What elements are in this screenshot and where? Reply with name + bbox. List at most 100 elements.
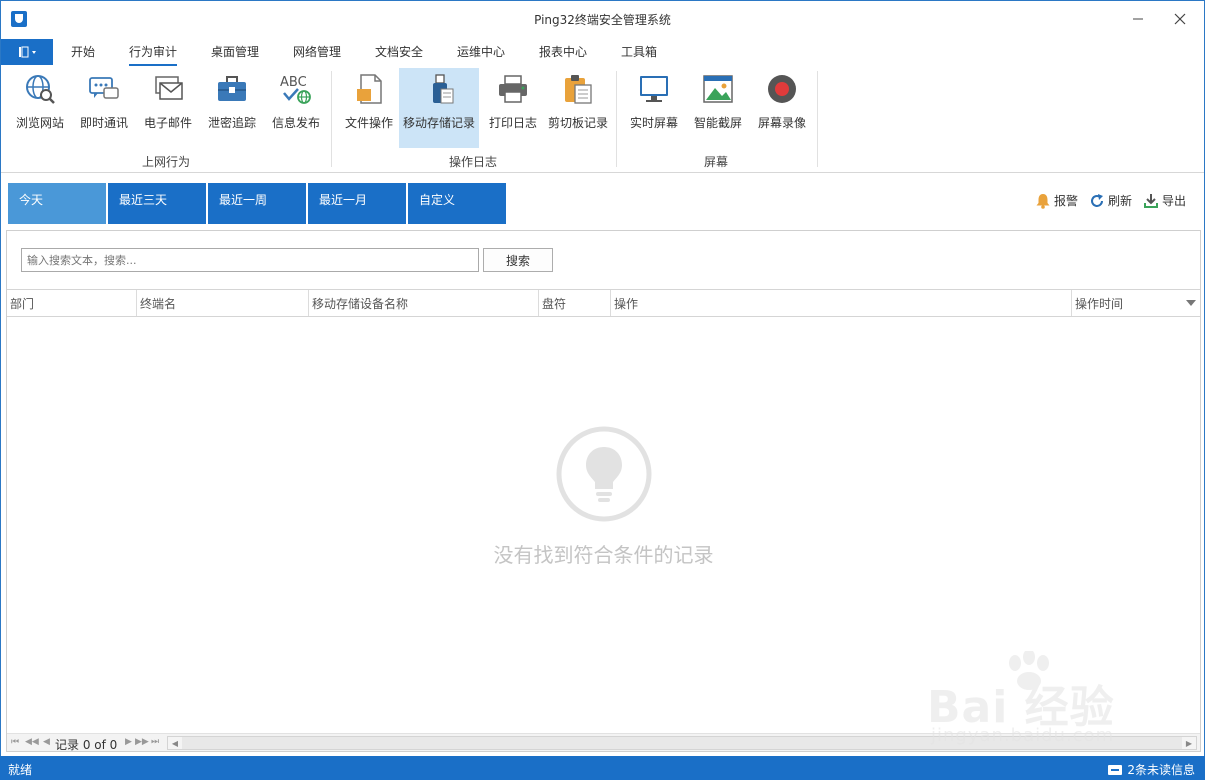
tab-network-management[interactable]: 网络管理 [293, 43, 341, 64]
date-tab-custom[interactable]: 自定义 [408, 183, 506, 224]
menu-icon [19, 46, 36, 58]
leak-tracking-button[interactable]: 泄密追踪 [203, 68, 261, 148]
refresh-label: 刷新 [1108, 194, 1133, 208]
lightbulb-icon [555, 425, 653, 523]
email-button[interactable]: 电子邮件 [139, 68, 197, 148]
column-header-operation[interactable]: 操作 [610, 290, 1071, 316]
screen-recording-label: 屏幕录像 [757, 116, 806, 130]
title-bar: Ping32终端安全管理系统 [1, 1, 1204, 37]
tab-report-center[interactable]: 报表中心 [539, 43, 587, 64]
next-page-icon[interactable]: ▶ [125, 737, 132, 747]
column-header-device-name[interactable]: 移动存储设备名称 [308, 290, 538, 316]
usb-drive-icon [423, 73, 455, 105]
smart-screenshot-button[interactable]: 智能截屏 [689, 68, 747, 148]
export-label: 导出 [1162, 194, 1187, 208]
group-label-screen: 屏幕 [704, 155, 729, 169]
browse-web-label: 浏览网站 [15, 116, 64, 130]
refresh-button[interactable]: 刷新 [1089, 192, 1132, 209]
download-icon [1144, 193, 1158, 208]
abc-icon-text: ABC [280, 75, 307, 90]
baidu-jingyan-watermark: Bai 经验 jingyan.baidu.com [919, 651, 1149, 751]
briefcase-icon [216, 73, 248, 105]
record-icon [766, 73, 798, 105]
tab-toolbox[interactable]: 工具箱 [621, 43, 657, 64]
app-menu-button[interactable] [1, 39, 53, 65]
column-header-terminal-name[interactable]: 终端名 [136, 290, 308, 316]
unread-messages-label: 2条未读信息 [1127, 763, 1195, 777]
removable-storage-log-button[interactable]: 移动存储记录 [399, 68, 479, 148]
next-page-fast-icon[interactable]: ▶▶ [135, 737, 149, 747]
bell-icon [1036, 193, 1050, 209]
landscape-picture-icon [702, 73, 734, 105]
date-tab-last-month[interactable]: 最近一月 [308, 183, 406, 224]
tab-start[interactable]: 开始 [71, 43, 95, 64]
prev-page-fast-icon[interactable]: ◀◀ [25, 737, 39, 747]
print-log-button[interactable]: 打印日志 [485, 68, 541, 148]
file-operation-label: 文件操作 [344, 116, 393, 130]
date-tab-today[interactable]: 今天 [8, 183, 106, 224]
column-header-operation-time-label: 操作时间 [1075, 297, 1124, 311]
search-input[interactable] [21, 248, 479, 272]
removable-storage-log-label: 移动存储记录 [402, 116, 475, 130]
file-operation-button[interactable]: 文件操作 [341, 68, 397, 148]
clipboard-icon [562, 73, 594, 105]
scroll-right-icon[interactable]: ▶ [1182, 737, 1196, 749]
smart-screenshot-label: 智能截屏 [693, 116, 742, 130]
prev-page-icon[interactable]: ◀ [43, 737, 50, 747]
app-window: Ping32终端安全管理系统 开始 行为审计 桌面管理 网络管理 文档安全 运维… [0, 0, 1205, 780]
clipboard-log-label: 剪切板记录 [547, 116, 608, 130]
chat-bubbles-icon [88, 73, 120, 105]
instant-messaging-button[interactable]: 即时通讯 [75, 68, 133, 148]
group-separator [331, 71, 332, 167]
print-log-label: 打印日志 [488, 116, 537, 130]
watermark-url: jingyan.baidu.com [931, 725, 1115, 746]
last-page-icon[interactable]: ⏭ [151, 737, 159, 747]
sort-down-icon [1186, 300, 1196, 306]
leak-tracking-label: 泄密追踪 [207, 116, 256, 130]
tab-behavior-audit[interactable]: 行为审计 [129, 43, 178, 66]
refresh-icon [1091, 193, 1103, 207]
clipboard-log-button[interactable]: 剪切板记录 [545, 68, 611, 148]
printer-icon [497, 73, 529, 105]
search-button[interactable]: 搜索 [483, 248, 553, 272]
live-screen-label: 实时屏幕 [629, 116, 678, 130]
instant-messaging-label: 即时通讯 [79, 116, 128, 130]
record-count: 记录 0 of 0 [55, 738, 118, 752]
browse-web-button[interactable]: 浏览网站 [11, 68, 69, 148]
export-button[interactable]: 导出 [1143, 192, 1186, 209]
column-header-department[interactable]: 部门 [7, 290, 136, 316]
date-tab-last-week[interactable]: 最近一周 [208, 183, 306, 224]
date-tab-last-3-days[interactable]: 最近三天 [108, 183, 206, 224]
ribbon-tab-bar: 开始 行为审计 桌面管理 网络管理 文档安全 运维中心 报表中心 工具箱 [1, 37, 1204, 66]
group-label-web-behavior: 上网行为 [142, 155, 191, 169]
minimize-button[interactable] [1120, 7, 1156, 31]
empty-state-message: 没有找到符合条件的记录 [493, 543, 714, 567]
close-button[interactable] [1162, 7, 1198, 31]
column-header-operation-time[interactable]: 操作时间 [1071, 290, 1200, 316]
ribbon-panel: 浏览网站 即时通讯 电子邮件 泄密追踪 ABC 信息发布 上网行为 文件操作 移… [1, 65, 1204, 173]
email-icon [152, 73, 184, 105]
monitor-icon [638, 73, 670, 105]
alarm-button[interactable]: 报警 [1035, 192, 1078, 209]
column-header-drive-letter[interactable]: 盘符 [538, 290, 610, 316]
live-screen-button[interactable]: 实时屏幕 [625, 68, 683, 148]
message-icon [1108, 764, 1123, 775]
window-title: Ping32终端安全管理系统 [534, 13, 671, 27]
scroll-left-icon[interactable]: ◀ [168, 737, 182, 749]
file-operation-icon [353, 73, 385, 105]
status-bar: 就绪 2条未读信息 [0, 756, 1205, 780]
date-filter-bar: 今天 最近三天 最近一周 最近一月 自定义 报警 刷新 导出 [1, 173, 1204, 229]
unread-messages[interactable]: 2条未读信息 [1108, 761, 1195, 778]
status-text: 就绪 [8, 763, 33, 777]
tab-document-security[interactable]: 文档安全 [375, 43, 423, 64]
tab-operations-center[interactable]: 运维中心 [457, 43, 505, 64]
minimize-icon [1133, 18, 1143, 20]
tab-desktop-management[interactable]: 桌面管理 [211, 43, 259, 64]
abc-globe-icon: ABC [280, 73, 312, 105]
grid-header: 部门 终端名 移动存储设备名称 盘符 操作 操作时间 [7, 289, 1200, 317]
globe-search-icon [24, 73, 56, 105]
screen-recording-button[interactable]: 屏幕录像 [753, 68, 811, 148]
email-label: 电子邮件 [143, 116, 192, 130]
first-page-icon[interactable]: ⏮ [11, 737, 19, 747]
info-publish-button[interactable]: ABC 信息发布 [267, 68, 325, 148]
